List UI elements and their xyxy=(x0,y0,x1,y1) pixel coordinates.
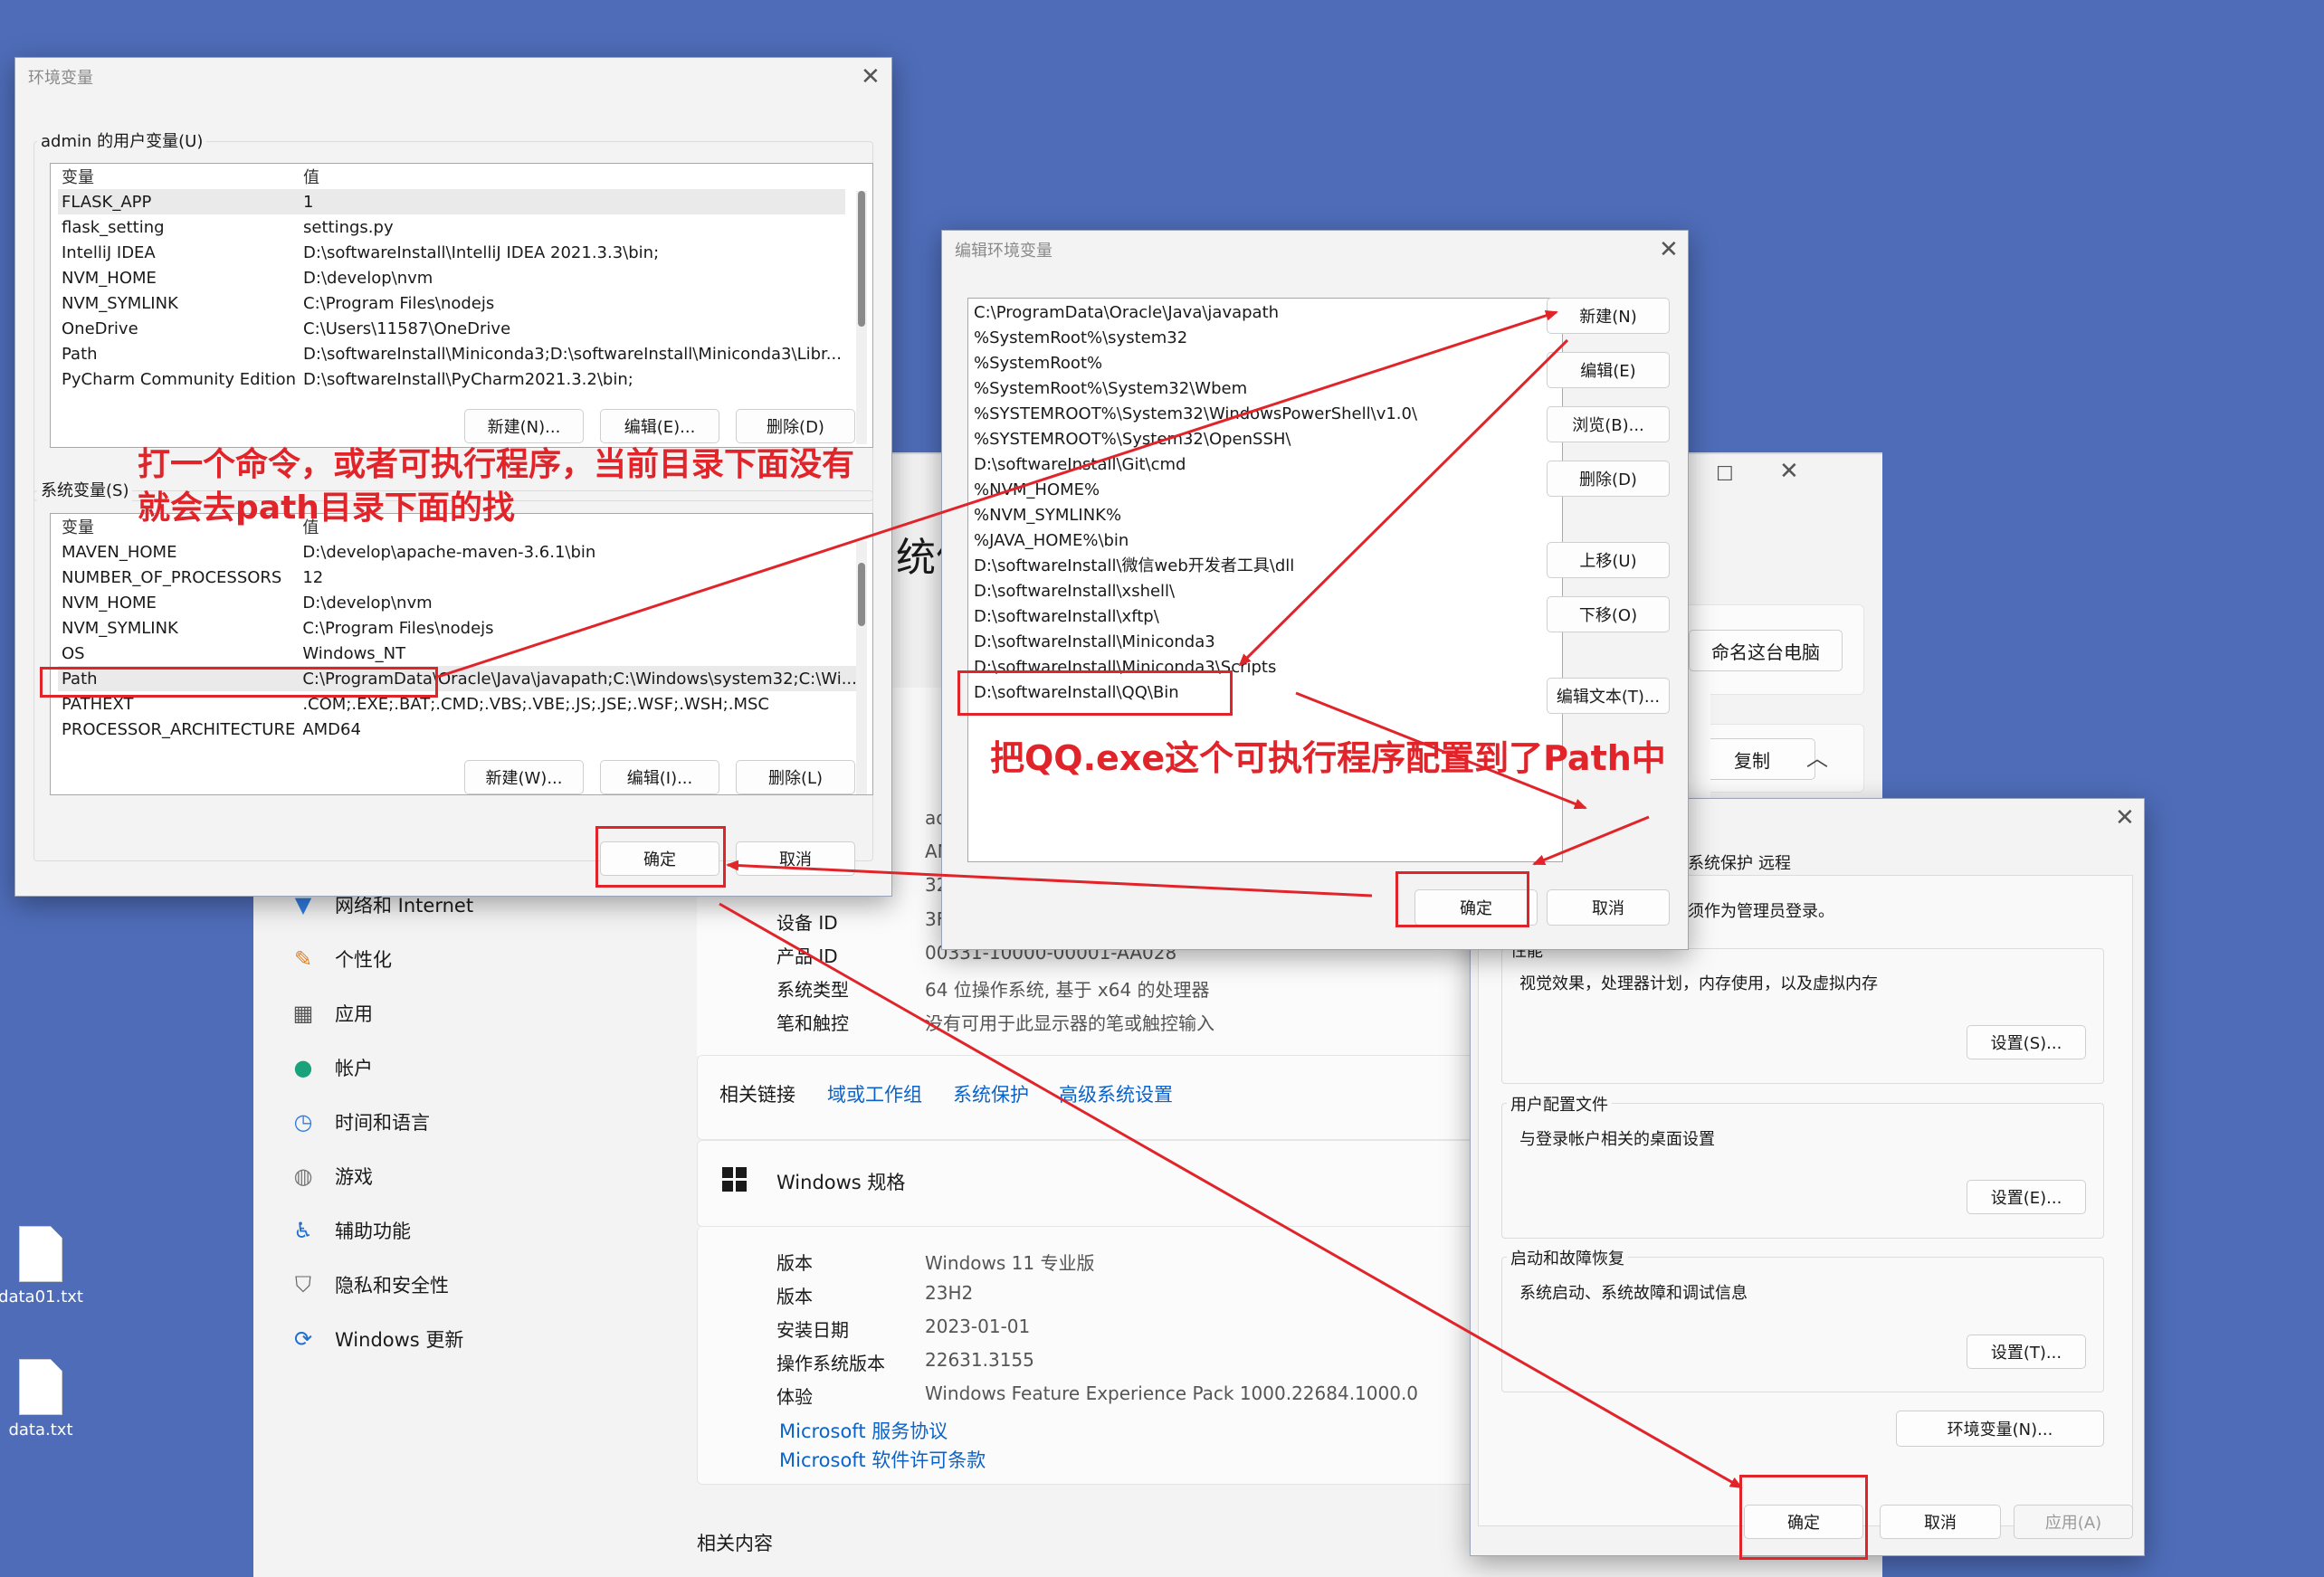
arrow-to-env-ok xyxy=(726,860,1373,898)
annotation-line: 打一个命令，或者可执行程序，当前目录下面没有 xyxy=(138,446,855,483)
annotation-text-1: 打一个命令，或者可执行程序，当前目录下面没有 就会去path目录下面的找 xyxy=(138,443,854,530)
annotation-arrows xyxy=(437,310,1743,1489)
arrow-to-sysprops-ok xyxy=(719,902,1743,1489)
annotation-line: 就会去path目录下面的找 xyxy=(138,489,515,527)
arrow-to-edit-ok xyxy=(1532,815,1650,866)
arrow-new-to-qq xyxy=(1238,338,1569,667)
annotation-text-2: 把QQ.exe这个可执行程序配置到了Path中 xyxy=(990,738,1666,778)
